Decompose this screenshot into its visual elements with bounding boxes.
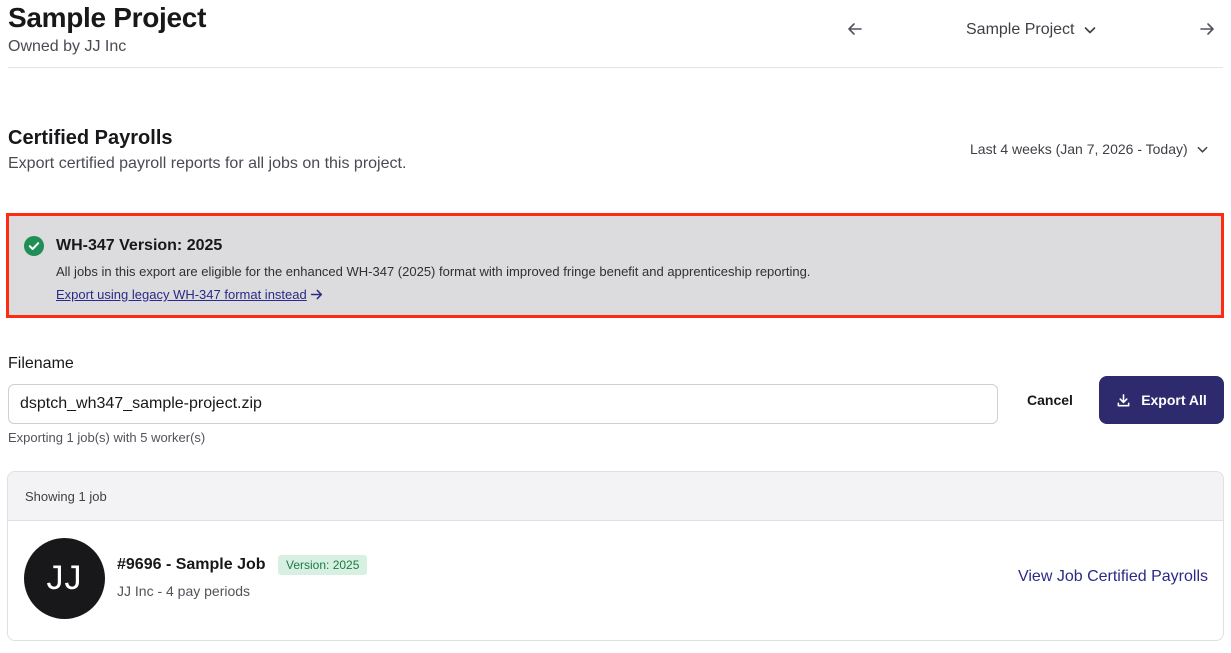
export-all-button[interactable]: Export All	[1099, 376, 1224, 424]
download-icon	[1117, 393, 1130, 406]
banner-description: All jobs in this export are eligible for…	[56, 264, 811, 279]
job-row: JJ #9696 - Sample Job Version: 2025 JJ I…	[8, 521, 1223, 640]
project-header: Sample Project Owned by JJ Inc Sample Pr…	[8, 0, 1223, 68]
jobs-list: Showing 1 job JJ #9696 - Sample Job Vers…	[7, 471, 1224, 641]
job-title: #9696 - Sample Job	[117, 556, 266, 573]
project-title: Sample Project	[8, 2, 207, 33]
view-job-certified-payrolls-link[interactable]: View Job Certified Payrolls	[1018, 568, 1208, 586]
date-range-dropdown[interactable]: Last 4 weeks (Jan 7, 2026 - Today)	[970, 141, 1209, 157]
legacy-format-link-label: Export using legacy WH-347 format instea…	[56, 287, 307, 302]
avatar: JJ	[24, 538, 105, 619]
jobs-count: Showing 1 job	[8, 472, 1223, 521]
filename-input[interactable]	[8, 384, 998, 424]
chevron-down-icon	[1084, 27, 1095, 34]
project-switcher-label: Sample Project	[966, 21, 1075, 38]
project-owner: Owned by JJ Inc	[8, 38, 127, 55]
version-banner: WH-347 Version: 2025 All jobs in this ex…	[6, 213, 1224, 318]
arrow-right-icon	[310, 289, 322, 300]
arrow-right-icon	[1200, 23, 1214, 35]
version-badge: Version: 2025	[278, 555, 368, 575]
previous-project-button[interactable]	[844, 18, 866, 40]
check-circle-icon	[24, 236, 44, 256]
filename-label: Filename	[8, 355, 74, 372]
section-subtitle: Export certified payroll reports for all…	[8, 155, 407, 172]
job-subtitle: JJ Inc - 4 pay periods	[117, 583, 251, 599]
arrow-left-icon	[848, 23, 862, 35]
date-range-label: Last 4 weeks (Jan 7, 2026 - Today)	[970, 141, 1188, 157]
export-summary: Exporting 1 job(s) with 5 worker(s)	[8, 430, 206, 445]
legacy-format-link[interactable]: Export using legacy WH-347 format instea…	[56, 287, 323, 302]
next-project-button[interactable]	[1196, 18, 1218, 40]
cancel-button[interactable]: Cancel	[1017, 384, 1083, 416]
export-all-label: Export All	[1141, 392, 1207, 408]
chevron-down-icon	[1197, 146, 1208, 153]
banner-title: WH-347 Version: 2025	[56, 237, 223, 254]
project-switcher-dropdown[interactable]: Sample Project	[966, 18, 1097, 42]
section-title: Certified Payrolls	[8, 127, 173, 149]
